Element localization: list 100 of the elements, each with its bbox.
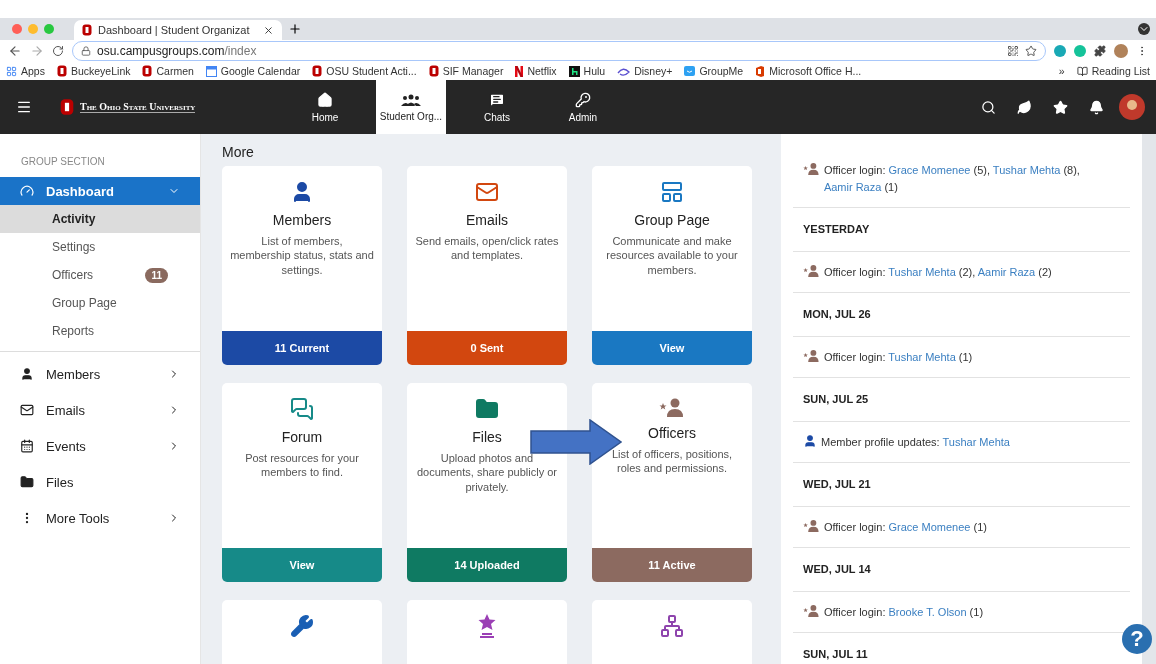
mail-icon (475, 180, 499, 204)
hulu-icon (568, 65, 580, 77)
person-link[interactable]: Aamir Raza (823, 180, 882, 193)
person-link[interactable]: Grace Momenee (888, 520, 971, 533)
officer-icon (803, 518, 820, 532)
office-icon (755, 65, 766, 77)
nav-tab[interactable]: Student Org... (376, 80, 446, 134)
chat-bubbles-icon (290, 397, 314, 421)
extensions-icon[interactable] (1094, 45, 1106, 57)
netflix-icon (515, 65, 524, 77)
block-o-icon (142, 65, 153, 77)
more-bookmarks-button[interactable]: » (1058, 65, 1065, 77)
date-heading: SUN, JUL 11 (803, 647, 868, 662)
person-link[interactable]: Grace Momenee (888, 164, 971, 176)
person-icon (20, 367, 34, 381)
reload-icon[interactable] (52, 45, 64, 57)
folder-icon (475, 397, 499, 421)
close-icon[interactable] (263, 24, 274, 36)
gauge-icon (20, 184, 34, 198)
browser-tab[interactable]: Dashboard | Student Organizat (74, 20, 282, 40)
mail-icon (20, 403, 34, 417)
bookmark-link[interactable]: Hulu (568, 65, 606, 77)
tool-card[interactable]: Emails Send emails, open/click rates and templates. 0 Sent (407, 166, 567, 365)
bookmark-link[interactable]: OSU Student Acti... (312, 65, 417, 77)
bookmark-star-icon[interactable] (1025, 45, 1037, 57)
bookmark-link[interactable]: Netflix (515, 65, 557, 77)
bookmark-link[interactable]: Apps (6, 65, 45, 77)
nav-tab[interactable]: Home (290, 80, 360, 134)
card-footer-button[interactable]: 11 Current (222, 331, 382, 365)
bookmark-link[interactable]: Google Calendar (205, 65, 301, 77)
tool-card[interactable]: Members List of members, membership status, stats and settings. 11 Current (222, 166, 382, 365)
reading-list-button[interactable]: Reading List (1076, 65, 1150, 77)
new-tab-icon[interactable] (288, 22, 302, 36)
date-heading: YESTERDAY (803, 222, 870, 237)
calendar-icon (205, 65, 217, 77)
sidebar-subitem[interactable]: Activity (0, 205, 200, 233)
card-footer-button[interactable]: 0 Sent (407, 331, 567, 365)
block-o-logo (60, 98, 74, 116)
bookmark-link[interactable]: Disney+ (617, 65, 673, 77)
officer-icon (659, 397, 685, 417)
tool-card[interactable]: Forum Post resources for your members to find. View (222, 383, 382, 582)
extension-icon[interactable] (1054, 45, 1066, 57)
officer-icon (803, 348, 820, 362)
profile-avatar[interactable] (1114, 44, 1128, 58)
sidebar-item[interactable]: Dashboard (0, 177, 200, 205)
tool-card[interactable]: Group Page Communicate and make resources available to your members. View (592, 166, 752, 365)
reading-list-icon (1076, 65, 1088, 77)
tab-search-icon[interactable] (1138, 23, 1150, 35)
page-layout-icon (660, 180, 684, 204)
back-icon[interactable] (8, 44, 22, 58)
chat-icon (489, 91, 505, 108)
activity-entry: Officer login: Tushar Mehta (2), Aamir Raza (2) (823, 264, 1053, 280)
sidebar-subitem[interactable]: Settings (0, 233, 200, 261)
bookmark-link[interactable]: GroupMe (684, 65, 744, 77)
block-o-icon (428, 65, 439, 77)
sidebar-item[interactable]: Emails (0, 392, 200, 428)
home-icon (317, 91, 333, 108)
officer-icon (803, 263, 820, 277)
nav-tab[interactable]: Admin (548, 80, 618, 134)
bookmark-link[interactable]: BuckeyeLink (56, 65, 131, 77)
section-heading: More (222, 144, 255, 160)
sidebar-subitem[interactable]: Reports (0, 317, 200, 345)
apps-icon (6, 65, 17, 77)
card-footer-button[interactable]: 14 Uploaded (407, 548, 567, 582)
person-icon (803, 433, 817, 448)
sidebar-item[interactable]: Members (0, 356, 200, 392)
activity-entry: Officer login: Brooke T. Olson (1) (823, 604, 985, 620)
person-link[interactable]: Tushar Mehta (942, 435, 1010, 448)
tool-card[interactable]: Officers List of officers, positions, roles and permissions. 11 Active (592, 383, 752, 582)
qr-code-icon[interactable] (1007, 45, 1019, 57)
bookmark-link[interactable]: Carmen (142, 65, 194, 77)
calendar-icon (20, 439, 34, 453)
sidebar-item[interactable]: Files (0, 464, 200, 500)
sidebar-item[interactable]: Events (0, 428, 200, 464)
university-logo-text[interactable]: The Ohio State University (80, 101, 196, 113)
block-o-icon (82, 24, 92, 36)
bookmark-link[interactable]: SIF Manager (428, 65, 504, 77)
count-badge: 11 (145, 267, 168, 283)
date-heading: MON, JUL 26 (803, 307, 871, 322)
person-link[interactable]: Aamir Raza (977, 265, 1036, 278)
nav-tab[interactable]: Chats (462, 80, 532, 134)
person-link[interactable]: Tushar Mehta (888, 265, 956, 278)
person-link[interactable]: Tushar Mehta (888, 350, 956, 363)
card-footer-button[interactable]: View (592, 331, 752, 365)
sidebar-subitem[interactable]: Officers 11 (0, 261, 200, 289)
activity-entry: Officer login: Tushar Mehta (1) (823, 349, 974, 365)
card-footer-button[interactable]: View (222, 548, 382, 582)
card-footer-button[interactable]: 11 Active (592, 548, 752, 582)
bookmark-link[interactable]: Microsoft Office H... (755, 65, 862, 77)
sidebar-item[interactable]: More Tools (0, 500, 200, 536)
date-heading: WED, JUL 14 (803, 562, 871, 577)
person-link[interactable]: Brooke T. Olson (888, 605, 967, 618)
group-icon (401, 92, 421, 107)
date-heading: WED, JUL 21 (803, 477, 871, 492)
sidebar-subitem[interactable]: Group Page (0, 289, 200, 317)
person-link[interactable]: Tushar Mehta (992, 164, 1061, 176)
activity-entry: Officer login: Grace Momenee (5), Tushar Mehta (8), Aamir Raza (1) (823, 163, 1081, 195)
folder-icon (20, 475, 34, 489)
tool-card[interactable]: Files Upload photos and documents, share publicly or privately. 14 Uploaded (407, 383, 567, 582)
activity-entry: Member profile updates: Tushar Mehta (821, 434, 1011, 450)
